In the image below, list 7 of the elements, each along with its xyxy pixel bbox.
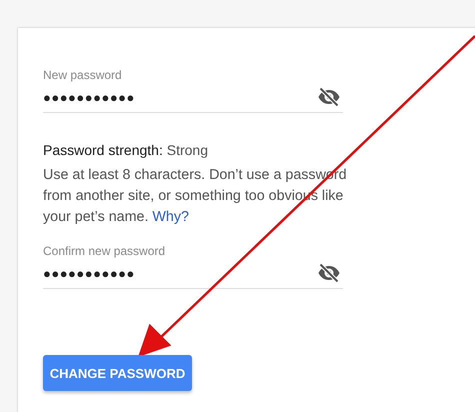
strength-value: Strong: [166, 142, 208, 158]
password-field[interactable]: New password ●●●●●●●●●●●: [43, 68, 343, 113]
eye-off-icon[interactable]: [317, 85, 341, 109]
change-password-button[interactable]: CHANGE PASSWORD: [43, 355, 192, 391]
eye-off-icon[interactable]: [317, 261, 341, 285]
why-link[interactable]: Why?: [152, 209, 189, 225]
strength-label: Password strength:: [43, 142, 163, 158]
